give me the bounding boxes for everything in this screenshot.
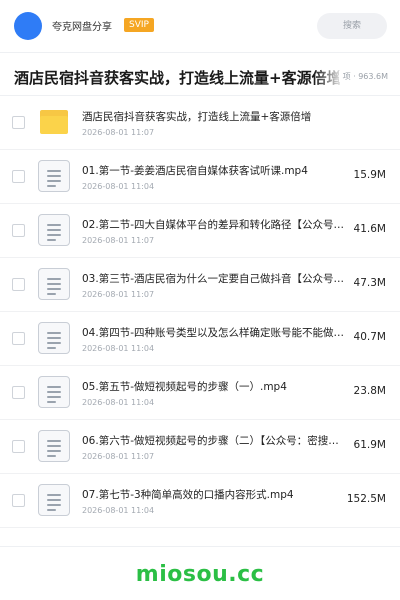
svip-badge: SVIP	[124, 18, 154, 32]
row-checkbox[interactable]	[12, 332, 25, 345]
file-size: 61.9M	[353, 439, 386, 451]
file-date: 2026-08-01 11:04	[82, 398, 155, 407]
avatar[interactable]	[14, 12, 42, 40]
file-list: 酒店民宿抖音获客实战，打造线上流量+客源倍增 2026-08-01 11:07 01…	[0, 96, 400, 528]
file-row[interactable]: 05.第五节-做短视频起号的步骤（一）.mp4 2026-08-01 11:04 2…	[0, 366, 400, 420]
row-checkbox[interactable]	[12, 224, 25, 237]
row-checkbox[interactable]	[12, 170, 25, 183]
file-row[interactable]: 02.第二节-四大自媒体平台的差异和转化路径【公众号：密搜资源网 2026-08-…	[0, 204, 400, 258]
document-file-icon	[38, 268, 70, 300]
search-input[interactable]: 搜索	[317, 13, 387, 39]
file-name[interactable]: 03.第三节-酒店民宿为什么一定要自己做抖音【公众号：密搜资源网	[82, 271, 344, 286]
file-name[interactable]: 05.第五节-做短视频起号的步骤（一）.mp4	[82, 379, 344, 394]
file-row[interactable]: 07.第七节-3种简单高效的口播内容形式.mp4 2026-08-01 11:04…	[0, 474, 400, 528]
file-name[interactable]: 06.第六节-做短视频起号的步骤（二）【公众号：密搜资源网	[82, 433, 344, 448]
file-size: 47.3M	[353, 277, 386, 289]
file-row[interactable]: 06.第六节-做短视频起号的步骤（二）【公众号：密搜资源网 2026-08-01 …	[0, 420, 400, 474]
row-checkbox[interactable]	[12, 440, 25, 453]
document-file-icon	[38, 430, 70, 462]
row-checkbox[interactable]	[12, 386, 25, 399]
file-date: 2026-08-01 11:04	[82, 182, 155, 191]
file-date: 2026-08-01 11:07	[82, 128, 155, 137]
file-date: 2026-08-01 11:04	[82, 506, 155, 515]
file-name[interactable]: 02.第二节-四大自媒体平台的差异和转化路径【公众号：密搜资源网	[82, 217, 344, 232]
file-date: 2026-08-01 11:07	[82, 236, 155, 245]
share-header: 夸克网盘分享 SVIP 搜索	[0, 0, 400, 52]
watermark: miosou.cc	[135, 562, 265, 587]
share-owner-name: 夸克网盘分享	[52, 22, 112, 33]
row-checkbox[interactable]	[12, 494, 25, 507]
row-checkbox[interactable]	[12, 116, 25, 129]
folder-row[interactable]: 酒店民宿抖音获客实战，打造线上流量+客源倍增 2026-08-01 11:07	[0, 96, 400, 150]
file-size: 40.7M	[353, 331, 386, 343]
file-name[interactable]: 01.第一节-姜姜酒店民宿自媒体获客试听课.mp4	[82, 163, 344, 178]
file-name[interactable]: 07.第七节-3种简单高效的口播内容形式.mp4	[82, 487, 344, 502]
list-bottom-divider	[0, 546, 400, 547]
document-file-icon	[38, 484, 70, 516]
file-name[interactable]: 酒店民宿抖音获客实战，打造线上流量+客源倍增	[82, 109, 372, 124]
file-row[interactable]: 04.第四节-四种账号类型以及怎么样确定账号能不能做起来 2026-08-01 1…	[0, 312, 400, 366]
file-name[interactable]: 04.第四节-四种账号类型以及怎么样确定账号能不能做起来	[82, 325, 344, 340]
folder-icon	[38, 106, 70, 138]
file-size: 152.5M	[346, 493, 386, 505]
file-size: 15.9M	[353, 169, 386, 181]
file-row[interactable]: 03.第三节-酒店民宿为什么一定要自己做抖音【公众号：密搜资源网 2026-08-…	[0, 258, 400, 312]
document-file-icon	[38, 214, 70, 246]
document-file-icon	[38, 322, 70, 354]
file-size: 23.8M	[353, 385, 386, 397]
title-bar: 酒店民宿抖音获客实战，打造线上流量+客源倍增 项 · 963.6M	[0, 56, 400, 92]
file-size: 41.6M	[353, 223, 386, 235]
share-meta: 项 · 963.6M	[338, 71, 388, 82]
document-file-icon	[38, 160, 70, 192]
file-date: 2026-08-01 11:04	[82, 344, 155, 353]
file-date: 2026-08-01 11:07	[82, 452, 155, 461]
document-file-icon	[38, 376, 70, 408]
row-checkbox[interactable]	[12, 278, 25, 291]
file-row[interactable]: 01.第一节-姜姜酒店民宿自媒体获客试听课.mp4 2026-08-01 11:0…	[0, 150, 400, 204]
header-divider	[0, 52, 400, 53]
file-date: 2026-08-01 11:07	[82, 290, 155, 299]
page-title: 酒店民宿抖音获客实战，打造线上流量+客源倍增	[14, 69, 342, 87]
